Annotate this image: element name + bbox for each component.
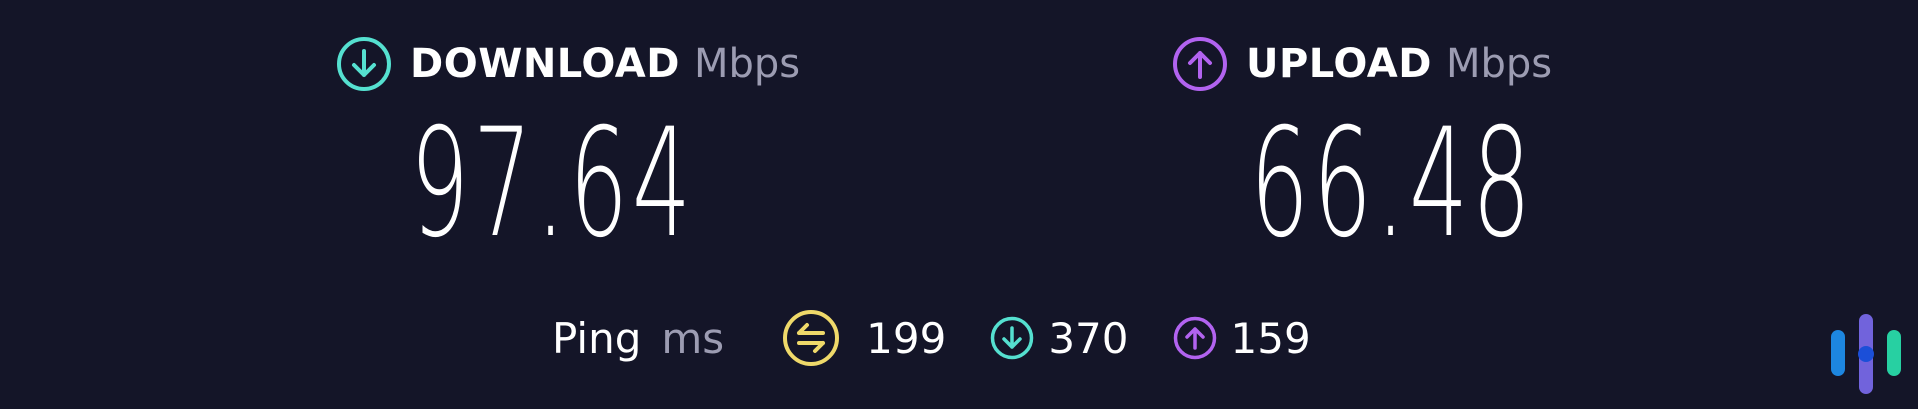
download-label: DOWNLOAD xyxy=(410,41,680,87)
ping-idle-icon xyxy=(782,309,840,367)
arrow-down-circle-icon xyxy=(990,316,1034,360)
upload-unit: Mbps xyxy=(1445,41,1553,87)
download-stat: DOWNLOAD Mbps 97.64 xyxy=(336,34,800,264)
arrow-up-circle-icon xyxy=(1173,316,1217,360)
ping-idle: 199 xyxy=(782,309,946,367)
upload-label: UPLOAD xyxy=(1246,41,1432,87)
ping-upload: 159 xyxy=(1173,314,1311,363)
download-header: DOWNLOAD Mbps xyxy=(336,34,800,94)
ping-row: Ping ms 199 370 159 xyxy=(552,308,1311,368)
ping-download-value: 370 xyxy=(1048,313,1129,363)
brand-logo-icon xyxy=(1830,314,1902,394)
download-value: 97.64 xyxy=(410,97,695,271)
ping-idle-value: 199 xyxy=(866,313,947,363)
ping-upload-value: 159 xyxy=(1230,313,1311,363)
upload-header: UPLOAD Mbps xyxy=(1172,34,1552,94)
upload-stat: UPLOAD Mbps 66.48 xyxy=(1172,34,1552,264)
arrow-up-circle-icon xyxy=(1172,36,1228,92)
ping-unit: ms xyxy=(661,313,725,363)
upload-value: 66.48 xyxy=(1250,97,1535,271)
ping-download: 370 xyxy=(990,313,1129,363)
arrow-down-circle-icon xyxy=(336,36,392,92)
ping-label: Ping xyxy=(552,313,642,363)
download-unit: Mbps xyxy=(693,41,801,87)
